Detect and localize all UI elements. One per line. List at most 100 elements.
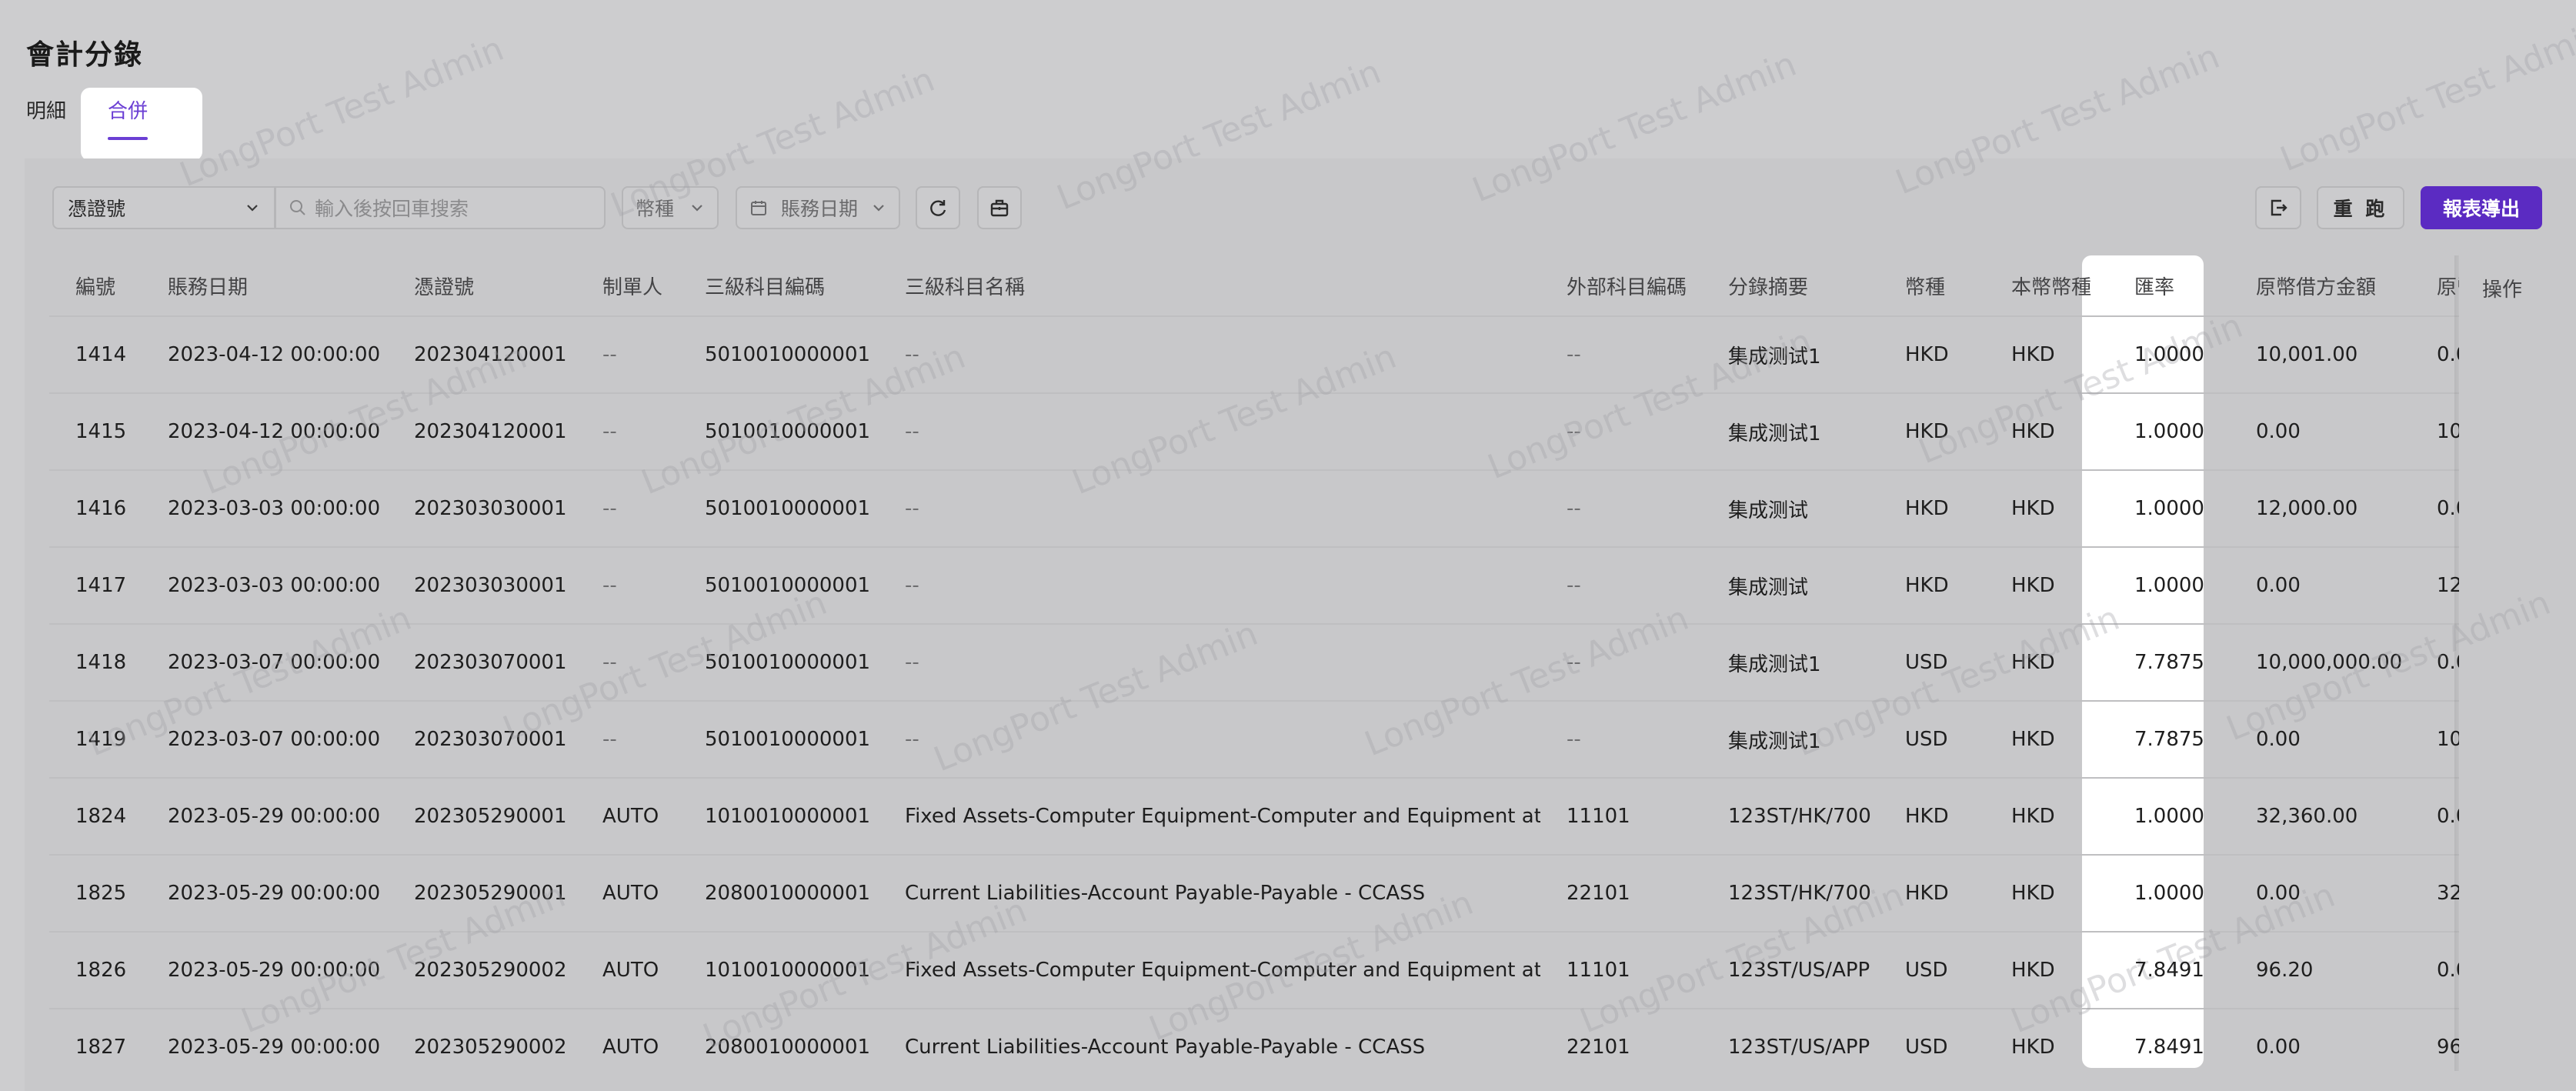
table-row[interactable]: 1414 2023-04-12 00:00:00 202304120001 -- 501… — [49, 315, 2544, 393]
cell-summary: 123ST/US/APP — [1702, 1008, 1879, 1085]
cell-currency: USD — [1879, 700, 1985, 778]
cell-rate: 7.7875 — [2108, 700, 2230, 778]
cell-base-currency: HKD — [1985, 469, 2108, 547]
cell-rate: 1.0000 — [2108, 315, 2230, 393]
table-row[interactable]: 1415 2023-04-12 00:00:00 202304120001 -- 501… — [49, 392, 2544, 470]
cell-account-name: -- — [879, 623, 1540, 701]
header-col-account-name: 三級科目名稱 — [905, 275, 1026, 299]
cell-debit: 10,001.00 — [2230, 315, 2411, 393]
cell-voucher: 202303030001 — [388, 469, 576, 547]
journal-table: 編號 賬務日期 憑證號 制單人 三級科目編碼 三級科目名稱 外部科目編碼 分錄摘要 幣種 本幣幣種… — [49, 255, 2544, 1091]
table-row[interactable]: 1419 2023-03-07 00:00:00 202303070001 -- 501… — [49, 700, 2544, 778]
table-row[interactable]: 1416 2023-03-03 00:00:00 202303030001 -- 501… — [49, 469, 2544, 547]
cell-currency: HKD — [1879, 315, 1985, 393]
refresh-icon — [927, 197, 949, 219]
cell-rate: 1.0000 — [2108, 469, 2230, 547]
cell-date: 2023-05-29 00:00:00 — [142, 931, 388, 1009]
cell-id: 1417 — [49, 546, 142, 624]
cell-base-currency: HKD — [1985, 1008, 2108, 1085]
cell-debit: 0.00 — [2230, 392, 2411, 470]
cell-account-code: 5010010000001 — [679, 546, 879, 624]
cell-rate: 1.0000 — [2108, 854, 2230, 932]
cell-account-code: 5010010000001 — [679, 700, 879, 778]
cell-rate: 7.8491 — [2108, 931, 2230, 1009]
table-row[interactable]: 1824 2023-05-29 00:00:00 202305290001 AUTO 1… — [49, 777, 2544, 855]
header-col-rate: 匯率 — [2134, 275, 2175, 299]
cell-date: 2023-04-12 00:00:00 — [142, 392, 388, 470]
header-col-account-code: 三級科目編碼 — [705, 275, 826, 299]
rerun-button[interactable]: 重 跑 — [2317, 186, 2404, 229]
header-col-id: 編號 — [75, 275, 116, 299]
voucher-field-select[interactable]: 憑證號 — [52, 186, 275, 229]
currency-select[interactable]: 幣種 — [622, 186, 719, 229]
cell-external-code: -- — [1540, 392, 1702, 470]
tab-merge[interactable]: 合併 — [108, 95, 148, 124]
cell-account-code: 5010010000001 — [679, 623, 879, 701]
search-placeholder: 輸入後按回車搜索 — [315, 198, 469, 220]
cell-rate: 1.0000 — [2108, 392, 2230, 470]
cell-voucher: 202304120001 — [388, 315, 576, 393]
refresh-button[interactable] — [916, 186, 960, 229]
header-col-summary: 分錄摘要 — [1728, 275, 1809, 299]
export-icon-button[interactable] — [2255, 186, 2301, 229]
table-row[interactable]: 1827 2023-05-29 00:00:00 202305290002 AUTO 2… — [49, 1008, 2544, 1085]
cell-account-name: -- — [879, 546, 1540, 624]
cell-external-code: 22101 — [1540, 1008, 1702, 1085]
cell-account-code: 1010010000001 — [679, 931, 879, 1009]
cell-external-code: -- — [1540, 700, 1702, 778]
tab-detail[interactable]: 明細 — [26, 95, 66, 124]
package-button[interactable] — [977, 186, 1022, 229]
cell-id: 1825 — [49, 854, 142, 932]
cell-currency: USD — [1879, 623, 1985, 701]
cell-account-name: Fixed Assets-Computer Equipment-Computer… — [879, 931, 1540, 1009]
table-row[interactable]: 1418 2023-03-07 00:00:00 202303070001 -- 501… — [49, 623, 2544, 701]
cell-base-currency: HKD — [1985, 854, 2108, 932]
cell-summary: 集成测试 — [1702, 469, 1879, 547]
page-title: 會計分錄 — [26, 39, 144, 71]
cell-base-currency: HKD — [1985, 931, 2108, 1009]
cell-base-currency: HKD — [1985, 315, 2108, 393]
cell-currency: HKD — [1879, 546, 1985, 624]
cell-account-name: -- — [879, 700, 1540, 778]
voucher-select-value: 憑證號 — [68, 198, 126, 220]
cell-voucher: 202303070001 — [388, 623, 576, 701]
cell-debit: 96.20 — [2230, 931, 2411, 1009]
cell-account-name: Current Liabilities-Account Payable-Paya… — [879, 1008, 1540, 1085]
table-row[interactable]: 1826 2023-05-29 00:00:00 202305290002 AUTO 1… — [49, 931, 2544, 1009]
cell-account-code: 5010010000001 — [679, 392, 879, 470]
cell-debit: 0.00 — [2230, 546, 2411, 624]
cell-date: 2023-05-29 00:00:00 — [142, 777, 388, 855]
cell-base-currency: HKD — [1985, 700, 2108, 778]
date-select[interactable]: 賬務日期 — [736, 186, 900, 229]
cell-id: 1418 — [49, 623, 142, 701]
cell-account-code: 5010010000001 — [679, 315, 879, 393]
search-icon — [289, 199, 307, 217]
cell-maker: AUTO — [576, 777, 679, 855]
cell-id: 1827 — [49, 1008, 142, 1085]
cell-voucher: 202305290001 — [388, 777, 576, 855]
cell-summary: 集成测试1 — [1702, 700, 1879, 778]
cell-id: 1416 — [49, 469, 142, 547]
header-col-date: 賬務日期 — [168, 275, 249, 299]
report-export-button[interactable]: 報表導出 — [2421, 186, 2542, 229]
cell-id: 1414 — [49, 315, 142, 393]
cell-rate: 1.0000 — [2108, 546, 2230, 624]
cell-debit: 32,360.00 — [2230, 777, 2411, 855]
operations-column — [2459, 255, 2548, 1091]
cell-maker: -- — [576, 700, 679, 778]
table-row[interactable]: 1825 2023-05-29 00:00:00 202305290001 AUTO 2… — [49, 854, 2544, 932]
cell-summary: 123ST/US/APP — [1702, 931, 1879, 1009]
header-col-external-code: 外部科目編碼 — [1567, 275, 1687, 299]
cell-debit: 12,000.00 — [2230, 469, 2411, 547]
search-input[interactable]: 輸入後按回車搜索 — [275, 186, 606, 229]
cell-voucher: 202304120001 — [388, 392, 576, 470]
cell-currency: HKD — [1879, 854, 1985, 932]
cell-id: 1419 — [49, 700, 142, 778]
cell-maker: AUTO — [576, 854, 679, 932]
table-body: 1414 2023-04-12 00:00:00 202304120001 -- 501… — [49, 315, 2544, 1085]
table-row[interactable]: 1417 2023-03-03 00:00:00 202303030001 -- 501… — [49, 546, 2544, 624]
cell-currency: HKD — [1879, 777, 1985, 855]
cell-account-name: Current Liabilities-Account Payable-Paya… — [879, 854, 1540, 932]
header-col-voucher: 憑證號 — [414, 275, 475, 299]
cell-debit: 0.00 — [2230, 700, 2411, 778]
